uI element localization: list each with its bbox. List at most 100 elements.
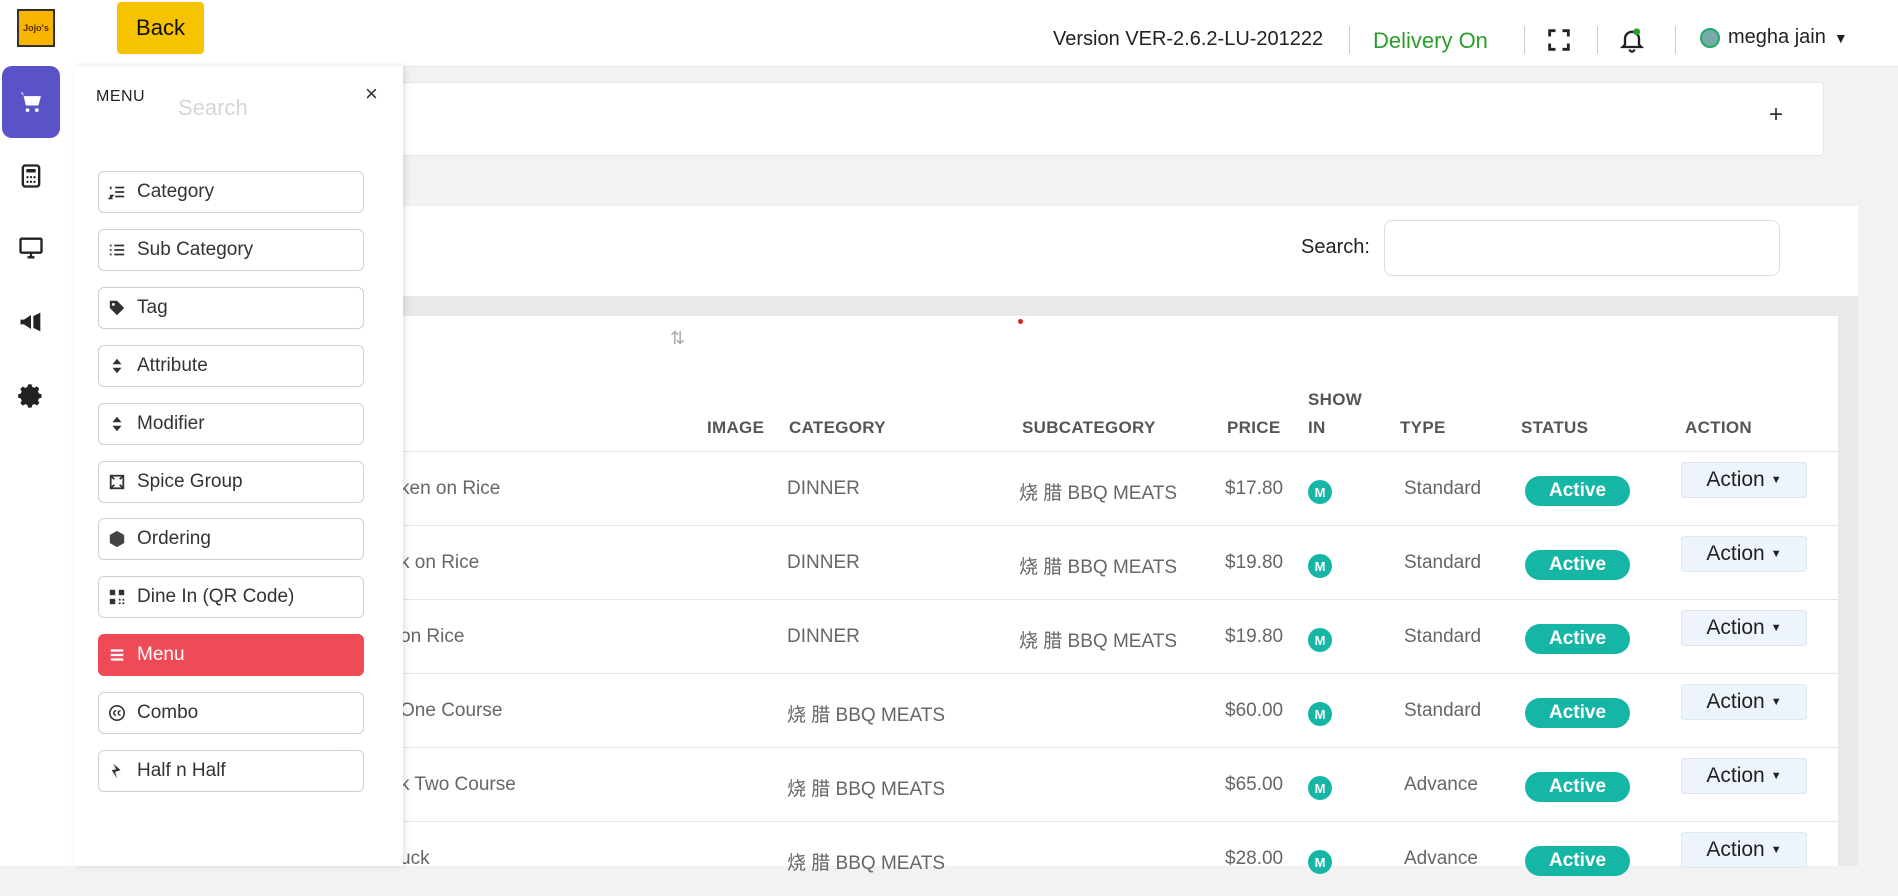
cell-price: $65.00 [1225,774,1284,795]
menu-item-label: Combo [137,702,199,723]
list-icon [107,240,127,260]
menu-item-label: Spice Group [137,471,243,492]
frame-icon [107,472,127,492]
menu-item-label: Dine In (QR Code) [137,586,295,607]
menu-panel: Search MENU × Category Sub Category Tag … [74,66,403,866]
action-dropdown[interactable]: Action ▼ [1681,462,1807,498]
menu-item-combo[interactable]: Combo [98,692,364,734]
menu-item-tag[interactable]: Tag [98,287,364,329]
app-logo[interactable]: Jojo's [17,9,55,47]
cell-category: DINNER [787,626,860,647]
avatar [1700,27,1720,48]
gear-icon[interactable] [2,360,60,432]
delivery-status[interactable]: Delivery On [1373,28,1488,54]
menu-item-spice-group[interactable]: Spice Group [98,461,364,503]
caret-down-icon: ▼ [1770,696,1782,708]
caret-down-icon: ▼ [1770,770,1782,782]
action-label: Action [1706,764,1765,787]
cell-category: DINNER [787,478,860,499]
action-dropdown[interactable]: Action ▼ [1681,684,1807,720]
cell-name: uck [400,848,430,869]
version-label: Version VER-2.6.2-LU-201222 [1053,28,1324,50]
menu-item-label: Attribute [137,355,208,376]
caret-down-icon: ▼ [1770,844,1782,856]
qr-icon [107,587,127,607]
table-row: One Course 烧 腊 BBQ MEATS $60.00 M Standa… [338,673,1838,748]
megaphone-icon[interactable] [2,286,60,358]
action-dropdown[interactable]: Action ▼ [1681,610,1807,646]
cell-price: $28.00 [1225,848,1284,869]
menu-item-attribute[interactable]: Attribute [98,345,364,387]
faded-search-label: Search [178,95,248,120]
logo-text: Jojo's [23,23,49,33]
bell-icon[interactable] [1618,26,1646,54]
sort-icon[interactable]: ⇅ [670,328,685,349]
cell-type: Standard [1404,700,1482,721]
action-label: Action [1706,616,1765,639]
th-show-in-1[interactable]: SHOW [1308,390,1362,410]
cell-price: $19.80 [1225,552,1284,573]
show-in-badge: M [1308,776,1332,800]
action-dropdown[interactable]: Action ▼ [1681,536,1807,572]
th-action: ACTION [1685,418,1752,437]
menu-item-label: Menu [137,644,185,665]
menu-item-ordering[interactable]: Ordering [98,518,364,560]
table-row: k on Rice DINNER 烧 腊 BBQ MEATS $19.80 M … [338,525,1838,600]
cell-name: k on Rice [400,552,480,573]
cell-type: Standard [1404,552,1482,573]
table-row: uck 烧 腊 BBQ MEATS $28.00 M Advance Activ… [338,821,1838,896]
hamburger-icon [107,645,127,665]
cell-subcategory: 烧 腊 BBQ MEATS [1019,557,1178,578]
status-badge[interactable]: Active [1525,476,1630,506]
menu-item-dine-in-qr[interactable]: Dine In (QR Code) [98,576,364,618]
divider [1349,26,1350,54]
divider [1675,26,1676,54]
th-category[interactable]: CATEGORY [789,418,886,438]
caret-down-icon: ▼ [1770,474,1782,486]
action-label: Action [1706,542,1765,565]
menu-item-half-n-half[interactable]: Half n Half [98,750,364,792]
menu-item-sub-category[interactable]: Sub Category [98,229,364,271]
cell-category: 烧 腊 BBQ MEATS [787,779,946,800]
status-badge[interactable]: Active [1525,846,1630,876]
menu-item-modifier[interactable]: Modifier [98,403,364,445]
th-show-in-2[interactable]: IN [1308,418,1326,438]
th-price[interactable]: PRICE [1227,418,1280,438]
cart-icon[interactable] [2,66,60,138]
back-button[interactable]: Back [117,2,204,54]
search-input[interactable] [1384,220,1780,276]
menu-item-label: Ordering [137,528,211,549]
action-dropdown[interactable]: Action ▼ [1681,758,1807,794]
menu-panel-title: MENU [96,88,146,105]
user-menu[interactable]: megha jain ▼ [1700,26,1848,49]
menu-item-category[interactable]: Category [98,171,364,213]
cell-name: ken on Rice [400,478,501,499]
fullscreen-icon[interactable] [1545,26,1573,54]
left-rail: Jojo's [0,0,75,866]
menu-item-label: Modifier [137,413,205,434]
close-icon[interactable]: × [365,81,378,107]
action-label: Action [1706,838,1765,861]
th-subcategory[interactable]: SUBCATEGORY [1022,418,1156,438]
menu-item-menu[interactable]: Menu [98,634,364,676]
calculator-icon[interactable] [2,140,60,212]
action-label: Action [1706,690,1765,713]
th-type[interactable]: TYPE [1400,418,1446,438]
expand-plus-icon[interactable]: + [1769,101,1783,129]
monitor-icon[interactable] [2,212,60,284]
status-badge[interactable]: Active [1525,698,1630,728]
half-icon [107,761,127,781]
status-badge[interactable]: Active [1525,550,1630,580]
cell-price: $60.00 [1225,700,1284,721]
table-row: on Rice DINNER 烧 腊 BBQ MEATS $19.80 M St… [338,599,1838,674]
status-badge[interactable]: Active [1525,624,1630,654]
divider [1524,26,1525,54]
action-dropdown[interactable]: Action ▼ [1681,832,1807,868]
user-name: megha jain [1728,26,1826,48]
menu-item-label: Category [137,181,215,202]
th-status[interactable]: STATUS [1521,418,1588,438]
status-badge[interactable]: Active [1525,772,1630,802]
cell-type: Advance [1404,774,1478,795]
cell-type: Standard [1404,478,1482,499]
search-card: + [370,82,1824,156]
